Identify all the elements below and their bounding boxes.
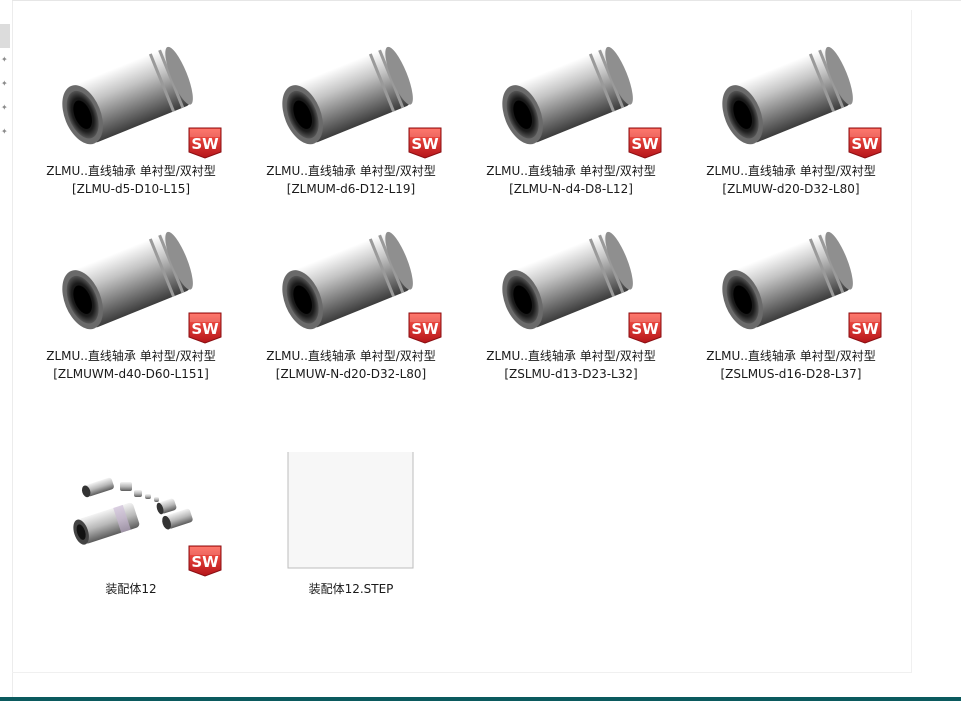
file-name: ZLMU..直线轴承 单衬型/双衬型 [ZLMUM-d6-D12-L19] [266, 164, 436, 196]
pin-icon[interactable]: ✦ [1, 128, 9, 136]
solidworks-badge-icon [406, 309, 444, 345]
solidworks-badge-icon [406, 124, 444, 160]
file-name: ZLMU..直线轴承 单衬型/双衬型 [ZLMU-d5-D10-L15] [46, 164, 216, 196]
file-item-bearing[interactable]: ZLMU..直线轴承 单衬型/双衬型 [ZLMU-d5-D10-L15] [28, 34, 234, 214]
file-name: 装配体12 [105, 582, 157, 596]
solidworks-badge-icon [186, 542, 224, 578]
content-bottom-border [12, 672, 912, 673]
status-bar [0, 697, 961, 701]
file-name: ZLMU..直线轴承 单衬型/双衬型 [ZLMUW-d20-D32-L80] [706, 164, 876, 196]
file-name: ZLMU..直线轴承 单衬型/双衬型 [ZLMUW-N-d20-D32-L80] [266, 349, 436, 381]
file-item-bearing[interactable]: ZLMU..直线轴承 单衬型/双衬型 [ZLMU-N-d4-D8-L12] [468, 34, 674, 214]
file-item-bearing[interactable]: ZLMU..直线轴承 单衬型/双衬型 [ZSLMU-d13-D23-L32] [468, 219, 674, 399]
navigation-pane-edge: ✦ ✦ ✦ ✦ [0, 0, 13, 701]
file-name: ZLMU..直线轴承 单衬型/双衬型 [ZSLMU-d13-D23-L32] [486, 349, 656, 381]
file-name: ZLMU..直线轴承 单衬型/双衬型 [ZLMUWM-d40-D60-L151] [46, 349, 216, 381]
pin-icon[interactable]: ✦ [1, 80, 9, 88]
file-name: ZLMU..直线轴承 单衬型/双衬型 [ZLMU-N-d4-D8-L12] [486, 164, 656, 196]
file-item-bearing[interactable]: ZLMU..直线轴承 单衬型/双衬型 [ZLMUW-d20-D32-L80] [688, 34, 894, 214]
solidworks-badge-icon [186, 124, 224, 160]
solidworks-badge-icon [846, 309, 884, 345]
selected-nav-item[interactable] [0, 24, 10, 48]
content-top-border [12, 0, 961, 1]
pin-icon[interactable]: ✦ [1, 104, 9, 112]
blank-document-icon [287, 452, 414, 569]
pin-icon[interactable]: ✦ [1, 56, 9, 64]
file-item-step[interactable]: 装配体12.STEP [248, 452, 454, 632]
file-item-bearing[interactable]: ZLMU..直线轴承 单衬型/双衬型 [ZLMUWM-d40-D60-L151] [28, 219, 234, 399]
solidworks-badge-icon [626, 309, 664, 345]
file-item-bearing[interactable]: ZLMU..直线轴承 单衬型/双衬型 [ZLMUW-N-d20-D32-L80] [248, 219, 454, 399]
content-right-border [911, 10, 912, 672]
solidworks-badge-icon [186, 309, 224, 345]
file-name: 装配体12.STEP [308, 582, 394, 596]
file-item-bearing[interactable]: ZLMU..直线轴承 单衬型/双衬型 [ZLMUM-d6-D12-L19] [248, 34, 454, 214]
solidworks-badge-icon [846, 124, 884, 160]
file-name: ZLMU..直线轴承 单衬型/双衬型 [ZSLMUS-d16-D28-L37] [706, 349, 876, 381]
file-item-assembly[interactable]: 装配体12 [28, 452, 234, 632]
file-item-bearing[interactable]: ZLMU..直线轴承 单衬型/双衬型 [ZSLMUS-d16-D28-L37] [688, 219, 894, 399]
solidworks-badge-icon [626, 124, 664, 160]
